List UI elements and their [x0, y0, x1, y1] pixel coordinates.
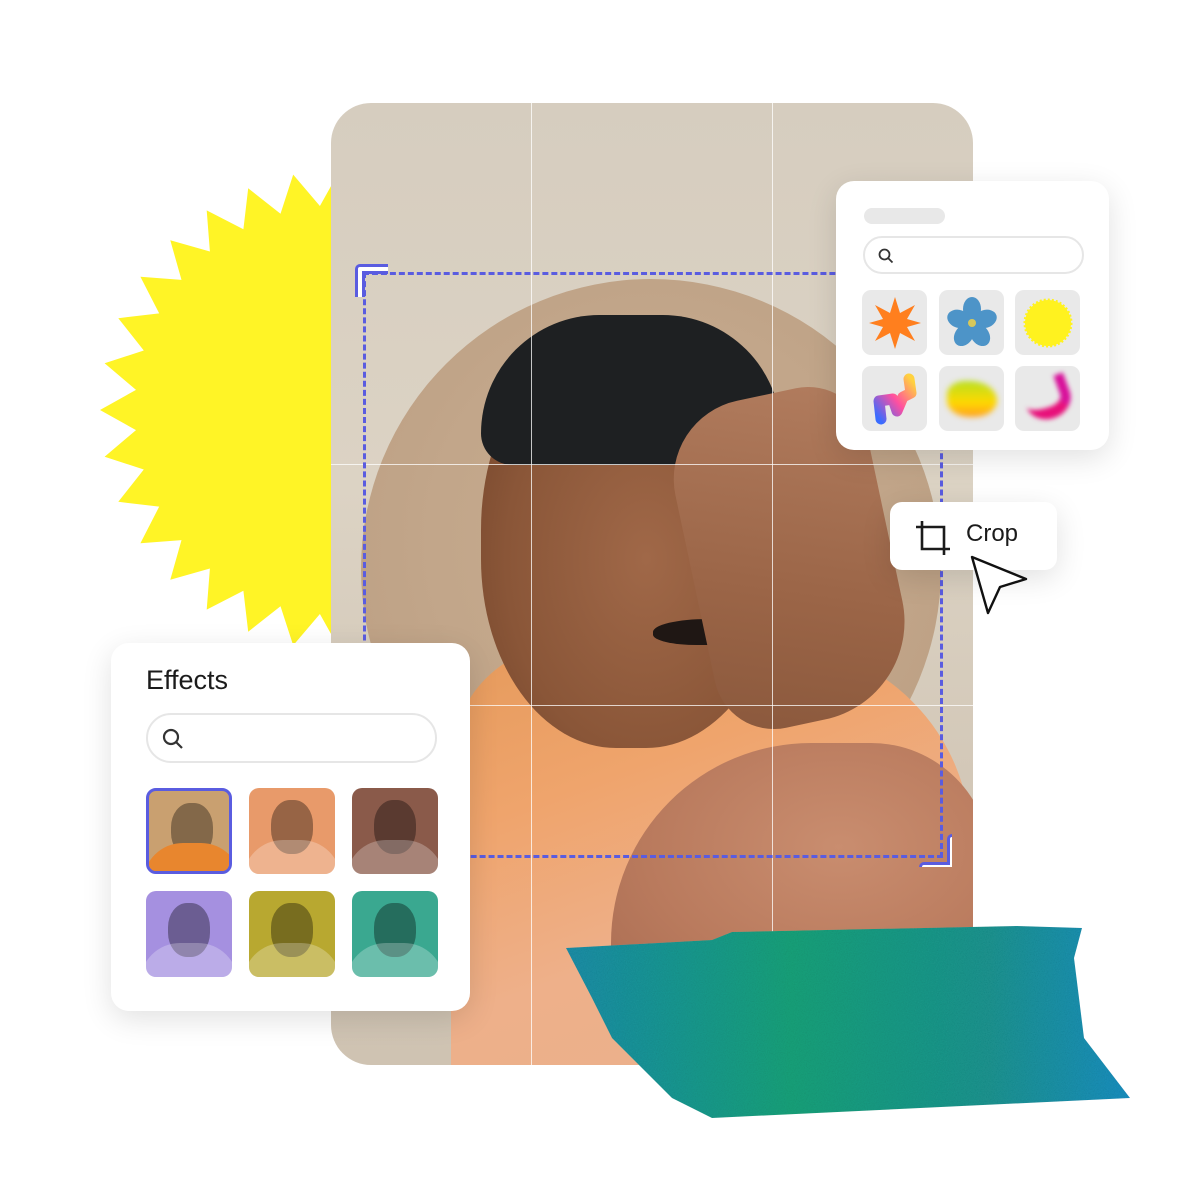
effects-title: Effects — [146, 665, 229, 695]
search-icon — [162, 728, 183, 749]
effects-panel: Effects — [111, 643, 470, 1011]
thumb-body — [249, 840, 335, 874]
effects-search-input[interactable] — [146, 713, 437, 763]
thumb-body — [149, 843, 229, 871]
squiggle-icon — [873, 373, 916, 424]
effect-preset-lavender[interactable] — [146, 891, 232, 977]
crop-label: Crop — [966, 520, 1019, 547]
blob-icon — [946, 380, 997, 417]
teal-tape-decoration — [566, 926, 1130, 1118]
panel-title-placeholder — [864, 208, 945, 224]
effect-preset-original[interactable] — [146, 788, 232, 874]
starburst-icon — [868, 296, 921, 349]
stickers-panel — [836, 181, 1109, 450]
pointer-cursor-icon — [970, 555, 1028, 615]
thumb-body — [146, 943, 232, 977]
sticker-tile[interactable] — [862, 366, 927, 431]
effect-preset-purple-brown[interactable] — [352, 788, 438, 874]
sticker-tile[interactable] — [1015, 366, 1080, 431]
sticker-tile[interactable] — [939, 290, 1004, 355]
sticker-tile[interactable] — [1015, 290, 1080, 355]
effect-preset-olive-gold[interactable] — [249, 891, 335, 977]
crop-handle-top-left[interactable] — [354, 263, 388, 297]
crop-handle-bottom-right[interactable] — [918, 833, 952, 867]
search-icon — [878, 248, 894, 264]
effect-preset-teal[interactable] — [352, 891, 438, 977]
sticker-tile[interactable] — [939, 366, 1004, 431]
effect-preset-pink-orange[interactable] — [249, 788, 335, 874]
crop-icon — [916, 521, 950, 555]
crescent-icon — [1019, 371, 1076, 426]
sticker-tile[interactable] — [862, 290, 927, 355]
thumb-body — [352, 943, 438, 977]
flower-icon — [946, 296, 997, 346]
stickers-search-input[interactable] — [863, 236, 1084, 274]
thumb-body — [352, 840, 438, 874]
sun-seal-icon — [1023, 298, 1072, 347]
thumb-body — [249, 943, 335, 977]
yellow-burst-decoration — [100, 170, 340, 650]
